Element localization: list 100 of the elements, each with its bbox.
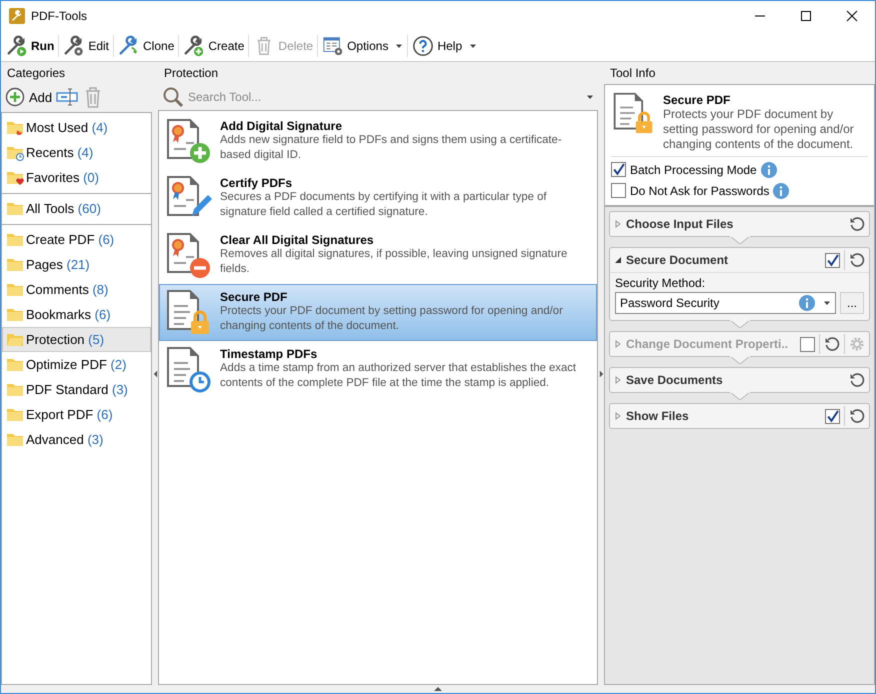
option-checkbox[interactable]: Batch Processing Mode [611,159,868,180]
reset-icon[interactable] [849,216,865,232]
help-icon [412,35,434,57]
category-item[interactable]: Export PDF (6) [2,402,151,427]
search-field[interactable]: Search Tool... [186,89,580,105]
rename-icon[interactable] [56,86,78,108]
add-button[interactable]: Add [5,87,52,107]
caret-icon [823,299,831,307]
folder-icon [6,306,24,322]
panel-title: Tool Info [609,65,656,82]
tool-description: Adds a time stamp from an authorized server that establishes the exact contents of the complete PDF file at the time the stamp is applied. [220,361,578,391]
folder-icon [6,432,24,448]
wrench-icon [6,35,28,57]
folder-icon [6,200,24,216]
category-item[interactable]: Protection (5) [2,327,151,352]
field-label: Security Method: [615,276,706,290]
category-item[interactable]: Most Used (4) [2,115,151,140]
category-item[interactable]: Comments (8) [2,277,151,302]
folder-icon [6,356,24,372]
search-icon [162,86,184,108]
category-item[interactable]: All Tools (60) [2,196,151,221]
checkmark-icon [826,254,839,266]
tool-title: Certify PDFs [220,176,294,190]
step-title[interactable]: Show Files [626,409,821,423]
panel-title: Categories [6,65,66,82]
collapse-icon[interactable] [614,256,622,264]
tool-item[interactable]: Certify PDFs Secures a PDF documents by certifying it with a particular type of signature field called a certified signature. [159,170,597,227]
step-checkbox[interactable] [825,408,840,424]
expand-icon[interactable] [614,412,622,420]
caret-icon [395,42,404,50]
category-item[interactable]: Bookmarks (6) [2,302,151,327]
checkmark-icon [826,410,839,422]
tool-name: Secure PDF [663,93,732,107]
expand-arrow-icon[interactable] [434,686,442,692]
category-item[interactable]: Optimize PDF (2) [2,352,151,377]
toolbar-button[interactable]: Run [3,33,58,59]
reset-icon[interactable] [849,372,865,388]
tool-description: Protects your PDF document by setting password for opening and/or changing contents of the document. [663,107,855,152]
settings-window-icon [322,35,344,57]
add-icon [5,87,25,107]
tool-description: Protects your PDF document by setting password for opening and/or changing contents of the document. [220,304,564,334]
tool-description: Removes all digital signatures, if possible, leaving unsigned signature fields. [220,247,568,277]
tool-item[interactable]: Secure PDF Protects your PDF document by setting password for opening and/or changing contents of the document. [159,284,597,341]
reset-icon[interactable] [849,252,865,268]
certificate-add-icon [164,117,212,165]
collapse-arrow-icon[interactable] [152,370,158,378]
tool-title: Add Digital Signature [220,119,344,133]
tool-description: Secures a PDF documents by certifying it with a particular type of signature field called a certified signature. [220,190,548,220]
document-lock-icon [611,91,655,135]
category-item[interactable]: PDF Standard (3) [2,377,151,402]
more-button[interactable]: ... [840,292,864,314]
step-title[interactable]: Save Documents [626,373,845,387]
folder-icon [6,406,24,422]
reset-icon[interactable] [824,336,840,352]
tool-item[interactable]: Clear All Digital Signatures Removes all digital signatures, if possible, leaving unsigned signature fields. [159,227,597,284]
certificate-remove-icon [164,231,212,279]
info-icon[interactable] [773,182,790,198]
app-icon [9,8,25,24]
step-checkbox[interactable] [825,252,840,268]
folder-icon [6,256,24,272]
category-item[interactable]: Advanced (3) [2,427,151,452]
folder-icon [6,332,24,348]
caret-icon [469,42,478,50]
category-item[interactable]: Create PDF (6) [2,227,151,252]
security-method-dropdown[interactable]: Password Security [615,292,836,314]
toolbar-button[interactable]: Help [409,33,480,59]
category-item[interactable]: Recents (4) [2,140,151,165]
document-lock-icon [164,288,212,336]
document-clock-icon [164,345,212,393]
toolbar-button[interactable]: Clone [115,33,178,59]
folder-icon [6,382,24,398]
caret-icon [586,93,594,101]
info-icon[interactable] [799,295,815,311]
folder-heart-icon [6,170,24,186]
info-icon[interactable] [760,162,777,178]
checkmark-icon [612,163,625,176]
tool-item[interactable]: Add Digital Signature Adds new signature field to PDFs and signs them using a certificate-based digital ID. [159,113,597,170]
expand-arrow-icon[interactable] [598,370,604,378]
toolbar-button[interactable]: Options [319,33,406,59]
toolbar-button[interactable]: Edit [60,33,112,59]
expand-icon[interactable] [614,220,622,228]
reset-icon[interactable] [849,408,865,424]
step-title[interactable]: Secure Document [626,253,821,267]
toolbar-button[interactable]: Create [180,33,248,59]
window-title: PDF-Tools [31,9,88,23]
expand-icon[interactable] [614,376,622,384]
tool-title: Clear All Digital Signatures [220,233,375,247]
tool-title: Secure PDF [220,290,288,304]
category-item[interactable]: Favorites (0) [2,165,151,190]
category-item[interactable]: Pages (21) [2,252,151,277]
tool-description: Adds new signature field to PDFs and signs them using a certificate-based digital ID. [220,133,563,163]
folder-flame-icon [6,120,24,136]
step-title[interactable]: Choose Input Files [626,217,845,231]
tool-item[interactable]: Timestamp PDFs Adds a time stamp from an authorized server that establishes the exact contents of the complete PDF file at the time the stamp is applied. [159,341,597,398]
folder-icon [6,232,24,248]
tool-title: Timestamp PDFs [220,347,318,361]
wrench-icon [63,35,86,57]
option-checkbox[interactable]: Do Not Ask for Passwords [611,180,868,201]
panel-title: Protection [163,65,220,82]
wrench-icon [183,35,206,57]
